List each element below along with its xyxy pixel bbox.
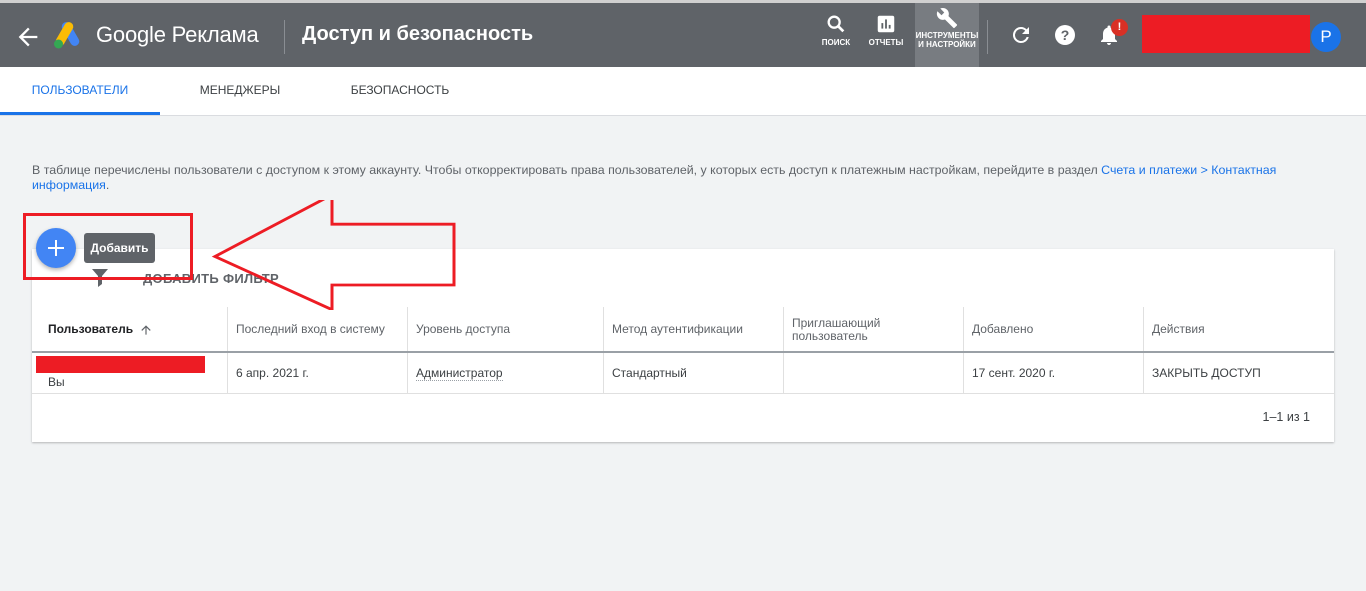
tools-settings-label: ИНСТРУМЕНТЫ И НАСТРОЙКИ [915,31,979,49]
svg-text:?: ? [1061,27,1070,43]
tab-bar: ПОЛЬЗОВАТЕЛИ МЕНЕДЖЕРЫ БЕЗОПАСНОСТЬ [0,67,1366,116]
search-tool-label: ПОИСК [821,38,851,47]
header-divider-right [987,20,988,54]
cell-access-level[interactable]: Администратор [408,353,604,393]
column-header-inviter[interactable]: Приглашающий пользователь [784,307,964,352]
user-you-label: Вы [48,375,65,389]
header-divider [284,20,285,54]
reports-tool-label: ОТЧЕТЫ [868,38,904,47]
table-row-divider [32,393,1334,394]
pagination-info: 1–1 из 1 [1262,410,1310,424]
refresh-icon[interactable] [1009,23,1033,47]
column-header-actions: Действия [1152,322,1205,336]
info-text: В таблице перечислены пользователи с дос… [32,163,1332,193]
tab-users[interactable]: ПОЛЬЗОВАТЕЛИ [0,67,160,115]
google-ads-logo [54,22,80,49]
column-header-user-label: Пользователь [48,322,134,336]
wrench-icon [936,8,958,29]
reports-tool-button[interactable]: ОТЧЕТЫ [864,3,908,67]
tab-managers[interactable]: МЕНЕДЖЕРЫ [170,67,310,115]
help-icon[interactable]: ? [1053,23,1077,47]
cell-inviter [784,353,964,393]
access-level-value[interactable]: Администратор [416,366,503,381]
reports-icon [877,15,895,33]
redacted-account-name [1142,15,1310,53]
cell-auth-method: Стандартный [604,353,784,393]
search-tool-button[interactable]: ПОИСК [816,3,856,67]
back-arrow-icon[interactable] [14,23,42,51]
tab-security[interactable]: БЕЗОПАСНОСТЬ [330,67,470,115]
column-header-added[interactable]: Добавлено [964,307,1144,352]
sort-ascending-icon[interactable] [139,323,153,337]
cell-added: 17 сент. 2020 г. [964,353,1144,393]
page-title: Доступ и безопасность [302,23,534,45]
revoke-access-button[interactable]: ЗАКРЫТЬ ДОСТУП [1144,353,1334,393]
column-header-last-login[interactable]: Последний вход в систему [228,307,408,352]
annotation-highlight-box [23,213,193,280]
search-icon [827,15,845,33]
info-end: . [105,178,110,192]
brand-name: Google Реклама [96,22,259,47]
column-header-access-level[interactable]: Уровень доступа [408,307,604,352]
avatar[interactable]: P [1311,22,1341,52]
top-app-bar: Google Реклама Доступ и безопасность ПОИ… [0,0,1366,67]
info-description: В таблице перечислены пользователи с дос… [32,163,1098,177]
column-header-auth-method[interactable]: Метод аутентификации [604,307,784,352]
column-header-user[interactable]: Пользователь [32,307,228,352]
redacted-user-email [36,356,205,373]
annotation-arrow-icon [211,200,456,310]
tools-settings-button[interactable]: ИНСТРУМЕНТЫ И НАСТРОЙКИ [915,3,979,67]
cell-last-login: 6 апр. 2021 г. [228,353,408,393]
notification-badge: ! [1111,19,1128,36]
